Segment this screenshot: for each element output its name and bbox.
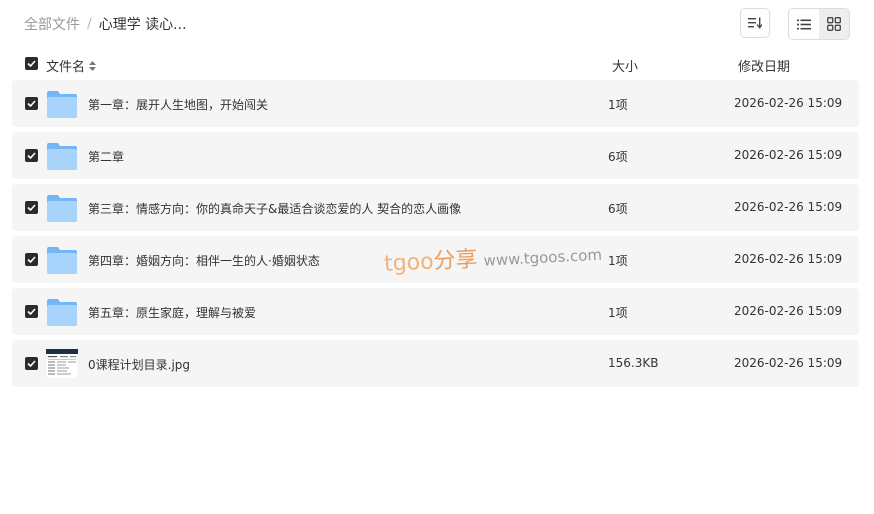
grid-view-icon [827,17,841,31]
file-size: 1项 [608,254,628,268]
folder-icon [47,195,77,222]
row-checkbox[interactable] [25,149,38,162]
sort-button[interactable] [740,8,770,38]
file-row[interactable]: 第四章：婚姻方向：相伴一生的人·婚姻状态 1项 2026-02-26 15:09 [12,236,859,283]
file-size: 1项 [608,306,628,320]
row-checkbox[interactable] [25,305,38,318]
image-thumbnail-icon [46,349,78,379]
file-date: 2026-02-26 15:09 [734,356,843,370]
check-icon [27,308,36,315]
file-row[interactable]: 第五章：原生家庭，理解与被爱 1项 2026-02-26 15:09 [12,288,859,335]
file-size: 6项 [608,150,628,164]
folder-icon [47,299,77,326]
breadcrumb-separator: / [87,16,92,32]
check-icon [27,100,36,107]
sort-icon [748,17,762,29]
file-date: 2026-02-26 15:09 [734,200,843,214]
row-checkbox[interactable] [25,357,38,370]
file-size: 6项 [608,202,628,216]
sort-toggle-icon [89,60,97,71]
file-list: 第一章：展开人生地图，开始闯关 1项 2026-02-26 15:09 第二章 … [12,80,859,392]
file-row[interactable]: 第一章：展开人生地图，开始闯关 1项 2026-02-26 15:09 [12,80,859,127]
file-date: 2026-02-26 15:09 [734,304,843,318]
breadcrumb: 全部文件 / 心理学 读心... [24,14,187,34]
grid-view-button[interactable] [819,9,849,39]
file-name[interactable]: 第二章 [88,148,124,165]
file-date: 2026-02-26 15:09 [734,252,843,266]
row-checkbox[interactable] [25,97,38,110]
size-column-header[interactable]: 大小 [612,56,638,75]
row-checkbox[interactable] [25,253,38,266]
folder-icon [47,143,77,170]
breadcrumb-current: 心理学 读心... [98,17,187,33]
file-name[interactable]: 0课程计划目录.jpg [88,356,190,373]
select-all-checkbox[interactable] [25,57,38,70]
name-column-header[interactable]: 文件名 [46,56,97,75]
name-column-label: 文件名 [46,60,86,75]
table-header: 文件名 大小 修改日期 [12,52,859,76]
list-view-icon [797,19,811,29]
breadcrumb-root-link[interactable]: 全部文件 [24,14,80,34]
check-icon [27,360,36,367]
file-row[interactable]: 0课程计划目录.jpg 156.3KB 2026-02-26 15:09 [12,340,859,387]
check-icon [27,256,36,263]
file-name[interactable]: 第一章：展开人生地图，开始闯关 [88,96,268,113]
check-icon [27,204,36,211]
date-column-header[interactable]: 修改日期 [738,56,790,75]
file-name[interactable]: 第三章：情感方向：你的真命天子&最适合谈恋爱的人 契合的恋人画像 [88,200,461,217]
view-toggle [788,8,850,40]
file-date: 2026-02-26 15:09 [734,148,843,162]
folder-icon [47,247,77,274]
file-row[interactable]: 第二章 6项 2026-02-26 15:09 [12,132,859,179]
file-size: 1项 [608,98,628,112]
check-icon [27,152,36,159]
check-icon [27,60,36,67]
file-row[interactable]: 第三章：情感方向：你的真命天子&最适合谈恋爱的人 契合的恋人画像 6项 2026… [12,184,859,231]
folder-icon [47,91,77,118]
file-name[interactable]: 第四章：婚姻方向：相伴一生的人·婚姻状态 [88,252,320,269]
row-checkbox[interactable] [25,201,38,214]
file-size: 156.3KB [608,356,659,370]
file-name[interactable]: 第五章：原生家庭，理解与被爱 [88,304,256,321]
file-date: 2026-02-26 15:09 [734,96,843,110]
list-view-button[interactable] [789,9,819,39]
